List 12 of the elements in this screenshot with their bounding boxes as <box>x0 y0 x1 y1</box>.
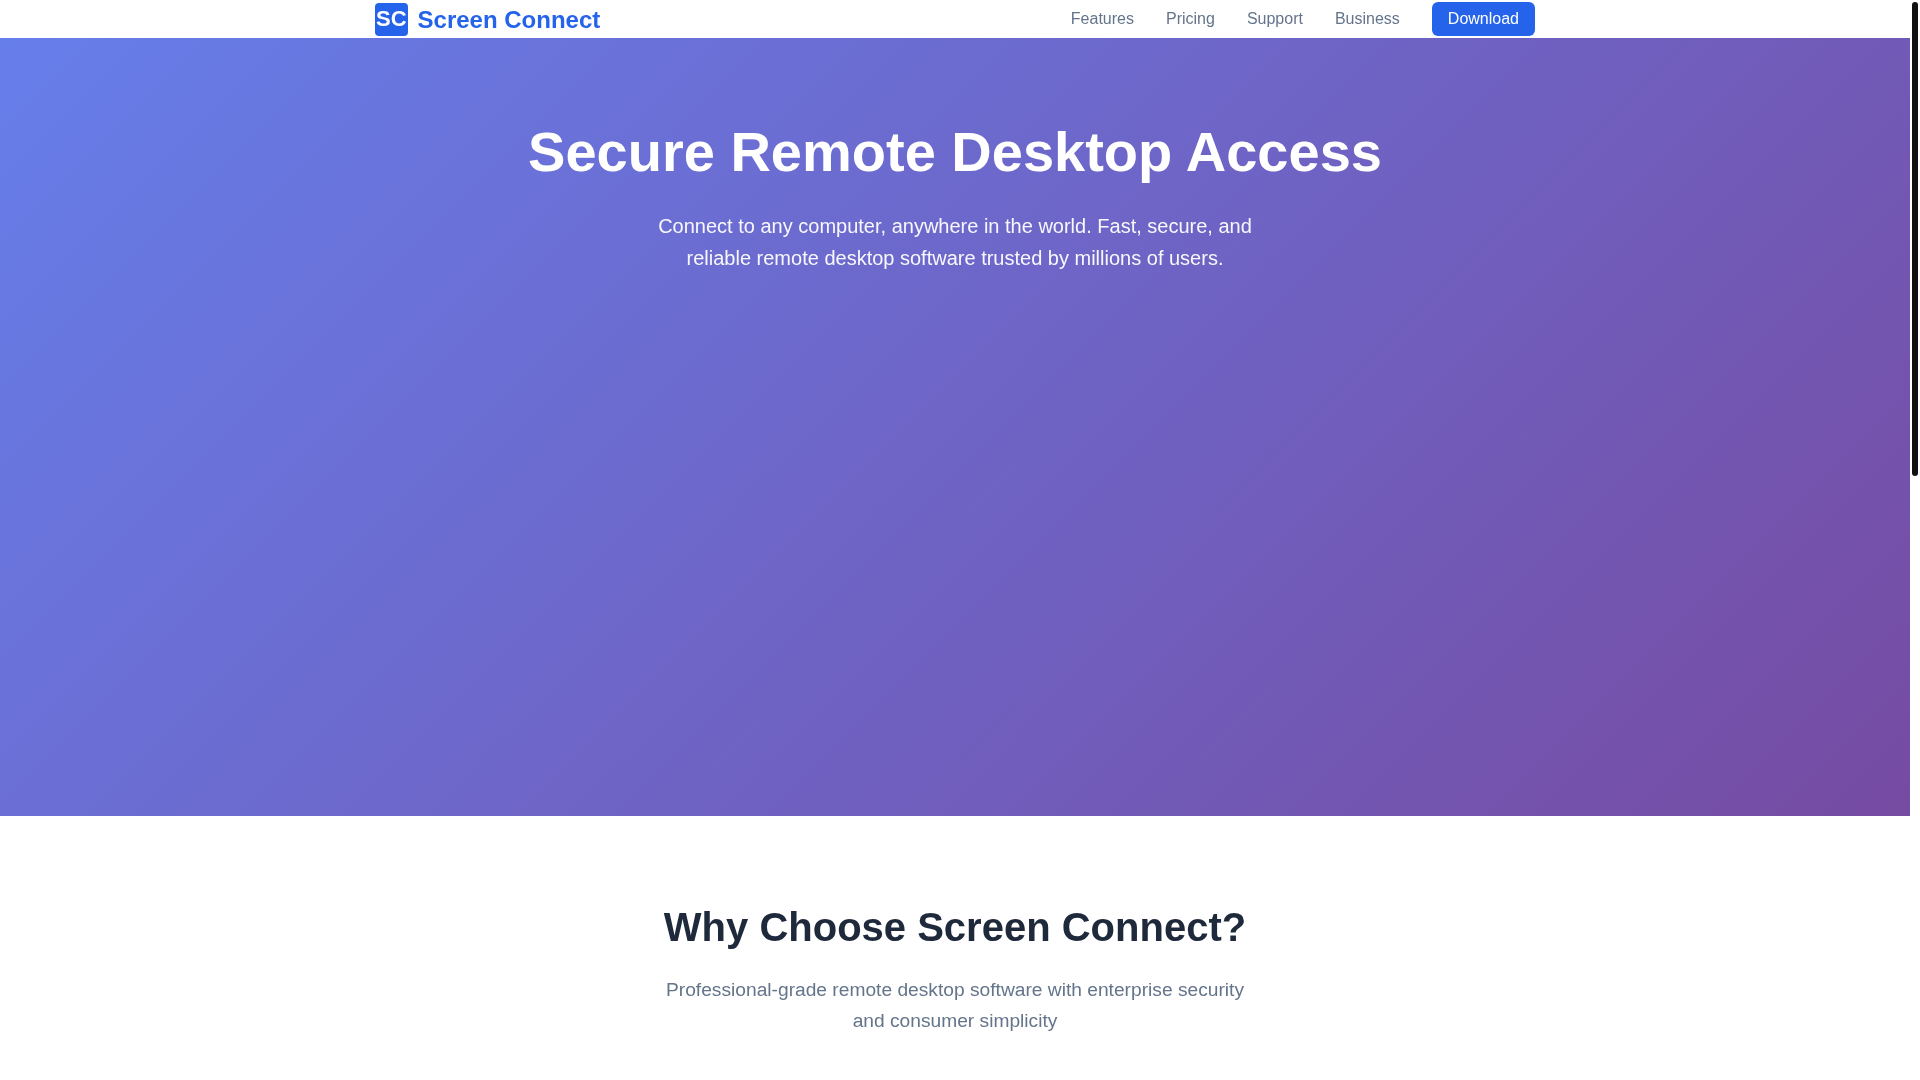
nav-link[interactable]: Pricing <box>1165 9 1215 29</box>
nav-link[interactable]: Support <box>1246 9 1303 29</box>
brand-name-link[interactable]: Screen Connect <box>417 5 601 34</box>
hero-subtitle: Connect to any computer, anywhere in the world. Fast, secure, and reliable remote desktop software trusted by millions of users. <box>657 214 1253 272</box>
section-subtitle: Professional-grade remote desktop software with enterprise security and consumer simplicity <box>665 978 1245 1033</box>
nav-link[interactable]: Business <box>1334 9 1400 29</box>
section-title: Why Choose Screen Connect? <box>663 904 1247 951</box>
nav-link[interactable]: Features <box>1070 9 1134 29</box>
scrollbar-thumb[interactable] <box>1912 2 1918 476</box>
logo-monogram: SC <box>375 2 408 36</box>
hero-title: Secure Remote Desktop Access <box>528 119 1382 185</box>
download-button[interactable]: Download <box>1431 2 1535 36</box>
